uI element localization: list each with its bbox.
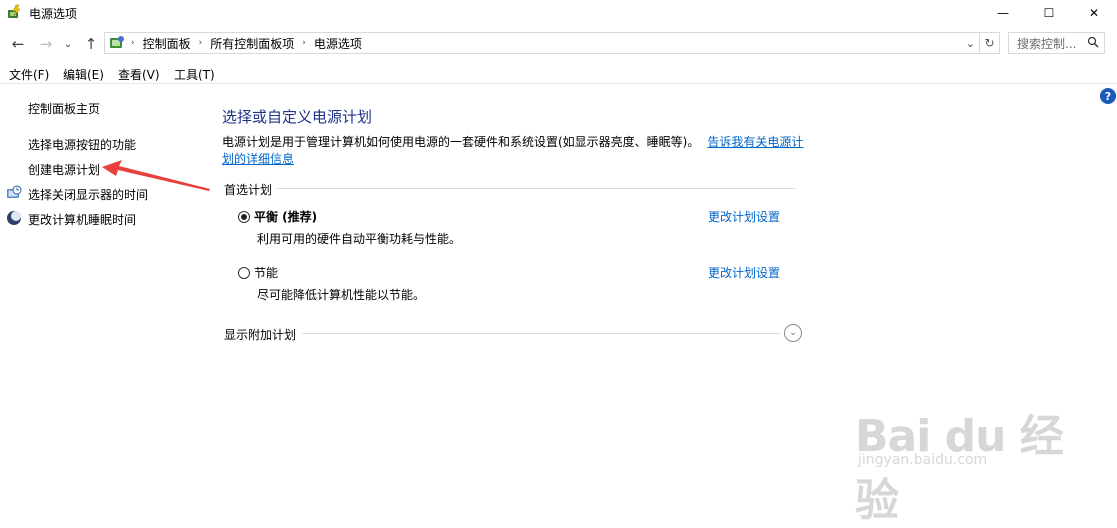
sidebar-control-panel-home[interactable]: 控制面板主页 [28, 100, 100, 117]
breadcrumb-power-options[interactable]: 电源选项 [314, 35, 362, 52]
recent-locations-button[interactable]: ⌄ [61, 34, 75, 54]
navigation-bar: ← → ⌄ ↑ › 控制面板 › 所有控制面板项 › 电源选项 ⌄ ↻ 搜索控制… [0, 30, 1117, 58]
plan-power-saver-radio[interactable] [238, 267, 250, 279]
sleep-moon-icon [6, 210, 22, 226]
description-text: 电源计划是用于管理计算机如何使用电源的一套硬件和系统设置(如显示器亮度、睡眠等)… [222, 133, 803, 150]
search-placeholder: 搜索控制... [1017, 36, 1077, 51]
breadcrumb-separator: › [302, 38, 306, 48]
control-panel-icon [109, 35, 125, 51]
search-input[interactable]: 搜索控制... [1008, 32, 1105, 54]
breadcrumb-all-items[interactable]: 所有控制面板项 [210, 35, 294, 52]
watermark-url: jingyan.baidu.com [858, 452, 988, 468]
sidebar-choose-power-buttons[interactable]: 选择电源按钮的功能 [28, 136, 136, 153]
title-bar: 电源选项 — ☐ ✕ [0, 0, 1117, 26]
breadcrumb-control-panel[interactable]: 控制面板 [143, 35, 191, 52]
power-options-icon [7, 4, 23, 20]
search-icon[interactable] [1087, 36, 1099, 51]
menu-tools[interactable]: 工具(T) [174, 66, 215, 83]
plan-power-saver-desc: 尽可能降低计算机性能以节能。 [257, 288, 426, 302]
plan-power-saver-name[interactable]: 节能 [254, 264, 278, 281]
address-bar[interactable]: › 控制面板 › 所有控制面板项 › 电源选项 ⌄ [104, 32, 980, 54]
up-button[interactable]: ↑ [81, 34, 101, 54]
expand-chevron-icon[interactable]: ⌄ [784, 324, 802, 342]
plan-balanced-change-settings-link[interactable]: 更改计划设置 [708, 208, 780, 225]
learn-more-link-continued[interactable]: 划的详细信息 [222, 150, 294, 167]
close-button[interactable]: ✕ [1071, 0, 1117, 26]
page-heading: 选择或自定义电源计划 [222, 108, 373, 126]
back-button[interactable]: ← [8, 34, 28, 54]
menu-file[interactable]: 文件(F) [9, 66, 49, 83]
menu-edit[interactable]: 编辑(E) [63, 66, 104, 83]
description-line: 电源计划是用于管理计算机如何使用电源的一套硬件和系统设置(如显示器亮度、睡眠等)… [222, 135, 700, 149]
sidebar-create-power-plan[interactable]: 创建电源计划 [28, 161, 100, 178]
preferred-plans-label: 首选计划 [224, 183, 273, 197]
breadcrumb-separator: › [131, 38, 135, 48]
baidu-watermark: Bai du 经验 jingyan.baidu.com [855, 400, 1065, 526]
plan-balanced-desc: 利用可用的硬件自动平衡功耗与性能。 [257, 232, 462, 246]
plan-balanced-radio[interactable] [238, 211, 250, 223]
display-timer-icon [6, 185, 22, 201]
forward-button[interactable]: → [36, 34, 56, 54]
sidebar-computer-sleep-time[interactable]: 更改计算机睡眠时间 [28, 211, 136, 228]
section-divider [276, 188, 796, 189]
minimize-button[interactable]: — [980, 0, 1026, 26]
window-title: 电源选项 [29, 7, 78, 21]
annotation-arrow [102, 160, 210, 191]
section-divider [302, 333, 780, 334]
menu-bar: 文件(F) 编辑(E) 查看(V) 工具(T) [0, 62, 1117, 84]
plan-balanced-name[interactable]: 平衡 (推荐) [254, 208, 317, 225]
refresh-button[interactable]: ↻ [980, 32, 1000, 54]
show-additional-plans-label[interactable]: 显示附加计划 [224, 326, 296, 343]
maximize-button[interactable]: ☐ [1026, 0, 1072, 26]
menu-view[interactable]: 查看(V) [118, 66, 160, 83]
address-dropdown-button[interactable]: ⌄ [966, 37, 975, 50]
help-icon[interactable]: ? [1100, 88, 1116, 104]
learn-more-link[interactable]: 告诉我有关电源计 [707, 135, 803, 149]
plan-power-saver-change-settings-link[interactable]: 更改计划设置 [708, 264, 780, 281]
breadcrumb-separator: › [198, 38, 203, 48]
